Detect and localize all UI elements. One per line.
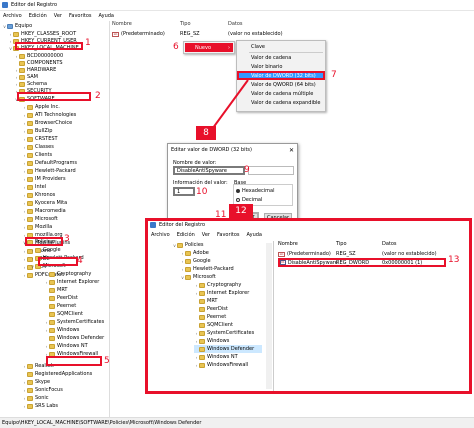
inset-col-name[interactable]: Nombre [278, 241, 336, 249]
tree-item[interactable]: Peernet [194, 313, 226, 321]
inset-menu-edicion[interactable]: Edición [177, 232, 195, 238]
dword-value-icon: 01 [280, 260, 286, 265]
folder-icon [199, 322, 205, 328]
inset-menu-archivo[interactable]: Archivo [151, 232, 170, 238]
inset-title: Editor del Registro [159, 222, 206, 228]
arrow-line [209, 79, 249, 133]
tree-item[interactable]: › Windows NT [194, 353, 238, 361]
inset-values-header: Nombre Tipo Datos [278, 241, 468, 249]
close-icon[interactable]: ✕ [289, 147, 294, 154]
folder-icon [199, 354, 205, 360]
folder-icon [199, 346, 205, 352]
folder-icon [199, 314, 205, 320]
inset-col-data[interactable]: Datos [382, 241, 397, 249]
folder-icon [199, 290, 205, 296]
radio-hex[interactable]: Hexadecimal [236, 188, 274, 194]
tree-item[interactable]: › WindowsFirewall [194, 361, 249, 369]
radio-checked-icon [236, 189, 240, 193]
inset-registry-window: Editor del Registro Archivo Edición Ver … [145, 218, 472, 394]
inset-tree[interactable]: v Policies › Adobe › Google › Hewlett-Packar… [150, 241, 274, 391]
folder-icon [199, 306, 205, 312]
tree-item[interactable]: MRT [194, 297, 217, 305]
tree-item[interactable]: › SystemCertificates [194, 329, 255, 337]
step-8-badge: 8 [196, 126, 216, 140]
folder-icon [199, 298, 205, 304]
inset-col-type[interactable]: Tipo [336, 241, 382, 249]
folder-icon [199, 282, 205, 288]
step-9-label: 9 [244, 165, 250, 175]
step-12-badge: 12 [229, 204, 253, 218]
folder-icon [199, 362, 205, 368]
value-name-field-rest [248, 166, 294, 175]
tree-item[interactable]: v Microsoft [180, 273, 215, 281]
step-13-label: 13 [448, 255, 460, 265]
radio-unchecked-icon [236, 198, 240, 202]
regedit-icon [150, 222, 156, 228]
tree-item[interactable]: › Windows [194, 337, 230, 345]
folder-icon [177, 242, 183, 248]
folder-icon [185, 258, 191, 264]
status-path: Equipo\HKEY_LOCAL_MACHINE\SOFTWARE\Polic… [2, 420, 202, 426]
folder-icon [199, 330, 205, 336]
inset-scrollbar[interactable] [266, 243, 272, 389]
inset-value-row[interactable]: ab (Predeterminado) REG_SZ (valor no esta… [278, 250, 468, 258]
dialog-title: Editar valor de DWORD (32 bits) [171, 147, 252, 153]
inset-menu-ayuda[interactable]: Ayuda [247, 232, 262, 238]
tree-item[interactable]: › Hewlett-Packard [180, 265, 234, 273]
inset-menu-favoritos[interactable]: Favoritos [217, 232, 240, 238]
tree-item[interactable]: SQMClient [194, 321, 233, 329]
tree-item[interactable]: › Google [180, 257, 211, 265]
tree-item[interactable]: v Policies [172, 241, 203, 249]
folder-icon [199, 338, 205, 344]
step-10-label: 10 [196, 187, 208, 197]
inset-value-row-disableantispyware[interactable]: 01 DisableAntiSpyware REG_DWORD 0x0000000… [278, 258, 446, 267]
inset-tree-windows-defender[interactable]: Windows Defender [194, 345, 262, 353]
tree-item[interactable]: › Internet Explorer [194, 289, 250, 297]
folder-icon [185, 274, 191, 280]
folder-icon [185, 250, 191, 256]
radio-dec[interactable]: Decimal [236, 197, 262, 203]
folder-icon [185, 266, 191, 272]
data-label: Información del valor: [173, 180, 228, 186]
value-data-field[interactable]: 1 [173, 187, 195, 196]
status-bar: Equipo\HKEY_LOCAL_MACHINE\SOFTWARE\Polic… [0, 417, 474, 428]
value-name-field[interactable]: DisableAntiSpyware [173, 166, 245, 175]
tree-item[interactable]: › Adobe [180, 249, 209, 257]
inset-menu-bar: Archivo Edición Ver Favoritos Ayuda [151, 232, 262, 238]
string-value-icon: ab [278, 251, 285, 257]
tree-item[interactable]: PeerDist [194, 305, 228, 313]
inset-menu-ver[interactable]: Ver [202, 232, 210, 238]
tree-item[interactable]: › Cryptography [194, 281, 242, 289]
